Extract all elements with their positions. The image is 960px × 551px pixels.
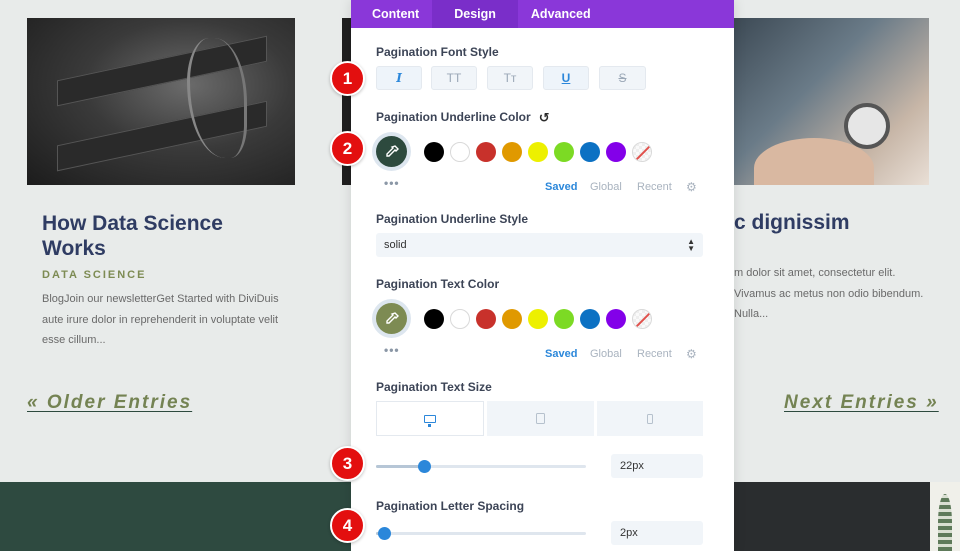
swatch-transparent[interactable] <box>632 309 652 329</box>
gear-icon[interactable]: ⚙ <box>686 347 697 361</box>
phone-icon <box>646 413 653 424</box>
swatch-green[interactable] <box>554 309 574 329</box>
plant-image <box>930 482 960 551</box>
step-badge-3: 3 <box>330 446 365 481</box>
select-arrows-icon: ▲ ▼ <box>687 237 695 253</box>
letter-spacing-slider[interactable] <box>376 527 586 540</box>
swatch-yellow[interactable] <box>528 309 548 329</box>
gear-icon[interactable]: ⚙ <box>686 180 697 194</box>
swatch-green[interactable] <box>554 142 574 162</box>
underline-color-label: Pagination Underline Color ↺ <box>376 110 550 126</box>
panel-tabs: Content Design Advanced <box>351 0 734 28</box>
strikethrough-button[interactable]: S <box>599 66 646 90</box>
palette-tab-global[interactable]: Global <box>590 181 622 193</box>
desktop-icon <box>424 414 437 427</box>
step-badge-1: 1 <box>330 61 365 96</box>
swatch-orange[interactable] <box>502 142 522 162</box>
italic-button[interactable]: I <box>376 66 422 90</box>
eyedropper-icon <box>385 311 399 324</box>
post-title[interactable]: How Data Science Works <box>42 211 282 261</box>
palette-tab-recent[interactable]: Recent <box>637 348 672 360</box>
next-entries-link[interactable]: Next Entries » <box>784 392 939 414</box>
swatch-white[interactable] <box>450 309 470 329</box>
more-colors-icon[interactable]: ••• <box>384 176 400 190</box>
post-excerpt-2: m dolor sit amet, consectetur elit. Viva… <box>734 267 924 320</box>
swatch-red[interactable] <box>476 309 496 329</box>
eyedropper-icon <box>385 144 399 157</box>
text-size-slider-thumb[interactable] <box>418 460 432 473</box>
underline-button[interactable]: U <box>543 66 589 90</box>
pressure-gauge <box>844 103 890 149</box>
letter-spacing-label: Pagination Letter Spacing <box>376 499 525 513</box>
text-size-label: Pagination Text Size <box>376 380 492 394</box>
underline-style-select[interactable]: solid ▲ ▼ <box>376 233 703 257</box>
post-image-blood-pressure[interactable] <box>734 18 929 185</box>
swatch-blue[interactable] <box>580 142 600 162</box>
palette-tab-saved[interactable]: Saved <box>545 348 577 360</box>
underline-style-label: Pagination Underline Style <box>376 212 529 226</box>
swatch-blue[interactable] <box>580 309 600 329</box>
tablet-icon <box>535 413 545 424</box>
reset-icon[interactable]: ↺ <box>539 110 550 126</box>
more-colors-icon[interactable]: ••• <box>384 343 400 357</box>
swatch-purple[interactable] <box>606 309 626 329</box>
text-color-label: Pagination Text Color <box>376 277 500 291</box>
tab-content[interactable]: Content <box>359 0 432 28</box>
palette-tab-saved[interactable]: Saved <box>545 181 577 193</box>
device-tablet-tab[interactable] <box>487 401 594 436</box>
swatch-orange[interactable] <box>502 309 522 329</box>
footer-band-green <box>0 482 351 551</box>
step-badge-4: 4 <box>330 508 365 543</box>
text-size-slider-fill <box>376 465 425 468</box>
uppercase-button[interactable]: TT <box>431 66 477 90</box>
palette-tab-global[interactable]: Global <box>590 348 622 360</box>
post-title-2[interactable]: c dignissim <box>734 211 850 235</box>
swatch-black[interactable] <box>424 309 444 329</box>
post-image-server-rack[interactable] <box>27 18 295 185</box>
swatch-transparent[interactable] <box>632 142 652 162</box>
capitalize-button[interactable]: Tт <box>487 66 533 90</box>
text-size-slider[interactable] <box>376 460 586 473</box>
footer-band-dark <box>734 482 930 551</box>
swatch-yellow[interactable] <box>528 142 548 162</box>
device-phone-tab[interactable] <box>596 401 703 436</box>
post-excerpt: BlogJoin our newsletterGet Started with … <box>42 293 279 346</box>
leaf <box>938 494 952 551</box>
tab-advanced[interactable]: Advanced <box>518 0 604 28</box>
text-color-picker[interactable] <box>376 303 407 334</box>
swatch-red[interactable] <box>476 142 496 162</box>
settings-panel: Content Design Advanced Pagination Font … <box>351 0 734 551</box>
letter-spacing-input[interactable] <box>611 521 703 545</box>
letter-spacing-slider-thumb[interactable] <box>378 527 392 540</box>
swatch-black[interactable] <box>424 142 444 162</box>
device-tabs <box>376 401 703 436</box>
underline-style-value: solid <box>384 239 407 251</box>
tab-design[interactable]: Design <box>432 0 518 28</box>
post-category[interactable]: DATA SCIENCE <box>42 269 146 281</box>
older-entries-link[interactable]: « Older Entries <box>27 392 192 414</box>
font-style-label: Pagination Font Style <box>376 45 499 59</box>
text-size-input[interactable] <box>611 454 703 478</box>
underline-color-label-text: Pagination Underline Color <box>376 110 531 124</box>
step-badge-2: 2 <box>330 131 365 166</box>
device-desktop-tab[interactable] <box>376 401 485 436</box>
palette-tab-recent[interactable]: Recent <box>637 181 672 193</box>
swatch-purple[interactable] <box>606 142 626 162</box>
underline-color-picker[interactable] <box>376 136 407 167</box>
swatch-white[interactable] <box>450 142 470 162</box>
